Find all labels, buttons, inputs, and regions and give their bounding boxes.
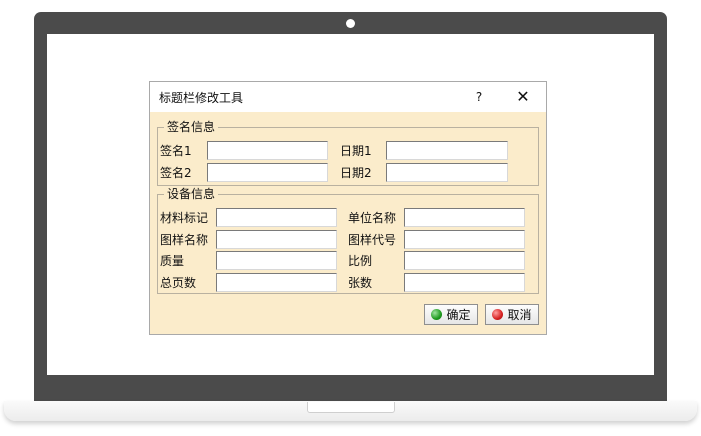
material-mark-label: 材料标记 <box>160 211 209 225</box>
date2-label: 日期2 <box>340 166 372 180</box>
device-group-title: 设备信息 <box>167 187 216 201</box>
green-check-icon <box>431 309 443 320</box>
ok-button-label: 确定 <box>446 308 471 322</box>
drawing-name-label: 图样名称 <box>160 233 209 247</box>
date1-label: 日期1 <box>340 144 372 158</box>
red-cancel-icon <box>492 309 504 320</box>
drawing-code-input[interactable] <box>404 230 525 249</box>
cancel-button-label: 取消 <box>507 308 532 322</box>
material-mark-input[interactable] <box>216 208 337 227</box>
ok-button[interactable]: 确定 <box>424 304 478 325</box>
date2-input[interactable] <box>386 163 508 182</box>
drawing-code-label: 图样代号 <box>348 233 397 247</box>
signature1-input[interactable] <box>207 141 328 160</box>
camera-icon <box>346 19 355 28</box>
total-pages-input[interactable] <box>216 273 337 292</box>
mass-label: 质量 <box>160 254 185 268</box>
mass-input[interactable] <box>216 251 337 270</box>
close-button[interactable]: ✕ <box>512 87 534 107</box>
unit-name-label: 单位名称 <box>348 211 397 225</box>
unit-name-input[interactable] <box>404 208 525 227</box>
signature2-label: 签名2 <box>160 166 192 180</box>
total-pages-label: 总页数 <box>160 276 197 290</box>
scale-label: 比例 <box>348 254 373 268</box>
signature2-input[interactable] <box>207 163 328 182</box>
sheet-count-input[interactable] <box>404 273 525 292</box>
drawing-name-input[interactable] <box>216 230 337 249</box>
dialog-titlebar: 标题栏修改工具 ? ✕ <box>150 82 546 112</box>
scale-input[interactable] <box>404 251 525 270</box>
signature-group-title: 签名信息 <box>167 120 216 134</box>
title-block-editor-dialog: 标题栏修改工具 ? ✕ 签名信息 签名1 日期1 签名2 日期2 设备信息 材料… <box>149 81 547 335</box>
cancel-button[interactable]: 取消 <box>485 304 539 325</box>
signature1-label: 签名1 <box>160 144 192 158</box>
date1-input[interactable] <box>386 141 508 160</box>
sheet-count-label: 张数 <box>348 276 373 290</box>
help-button[interactable]: ? <box>470 88 488 106</box>
dialog-title: 标题栏修改工具 <box>159 91 244 105</box>
laptop-notch <box>307 402 395 413</box>
